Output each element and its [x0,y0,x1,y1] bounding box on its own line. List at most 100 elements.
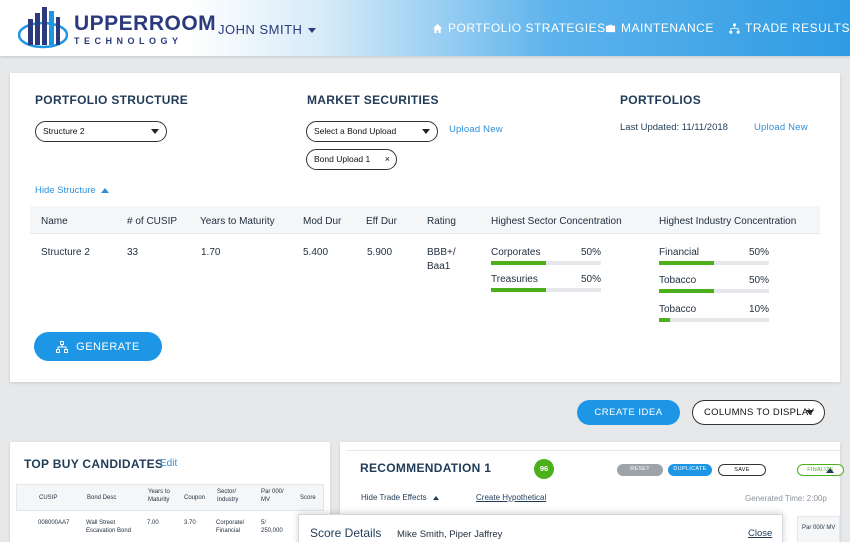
industry-pct: 10% [748,304,769,315]
structure-table-header: Name # of CUSIP Years to Maturity Mod Du… [30,206,820,234]
col-header: Score [300,495,316,501]
nav-label: TRADE RESULTS [745,21,850,35]
row-name: Structure 2 [41,247,90,258]
top-buy-title: TOP BUY CANDIDATES [24,457,164,471]
user-name: JOHN SMITH [218,22,303,37]
generate-button[interactable]: GENERATE [34,332,162,361]
columns-to-display-button[interactable]: COLUMNS TO DISPLAY [692,400,825,425]
chevron-up-icon [100,188,109,193]
top-buy-panel: TOP BUY CANDIDATES Edit CUSIP Bond Desc … [10,442,330,542]
bond-upload-select[interactable]: Select a Bond Upload [306,121,438,142]
finalize-button[interactable]: FINALIZE [797,464,844,476]
row-years-to-maturity: 1.70 [201,247,221,258]
score-details-popup: Score Details Mike Smith, Piper Jaffrey … [298,514,783,542]
market-upload-new-link[interactable]: Upload New [449,124,503,135]
score-badge: 96 [534,459,554,479]
industry-label: Tobacco [659,275,697,286]
divider [346,450,840,451]
hide-structure-toggle[interactable]: Hide Structure [35,185,109,196]
hide-trade-effects-toggle[interactable]: Hide Trade Effects [361,493,439,502]
col-header: CUSIP [39,495,58,501]
score-details-names: Mike Smith, Piper Jaffrey [397,529,503,540]
sector-pct: 50% [580,274,601,285]
generated-time: Generated Time: 2:00p [745,494,827,503]
progress-track [659,318,769,322]
generate-label: GENERATE [76,340,140,353]
logo[interactable]: UPPERROOM TECHNOLOGY [18,5,216,51]
portfolios-upload-new-link[interactable]: Upload New [754,122,808,133]
logo-subtitle: TECHNOLOGY [74,36,183,46]
structure-select-value: Structure 2 [43,126,85,136]
col-header: Par 000/ MV [261,489,284,503]
reset-button[interactable]: RESET [617,464,663,476]
hierarchy-icon [729,22,740,34]
chip-label: Bond Upload 1 [314,154,371,164]
structure-select[interactable]: Structure 2 [35,121,167,142]
cell-coupon: 3.70 [184,520,196,526]
app-header: UPPERROOM TECHNOLOGY JOHN SMITH PORTFOLI… [0,0,850,56]
logo-brand: UPPERROOM [74,12,217,35]
industry-pct: 50% [748,275,769,286]
industry-pct: 50% [748,247,769,258]
col-header: Name [41,216,68,227]
top-buy-table-header: CUSIP Bond Desc Years to Maturity Coupon… [16,484,324,511]
bond-upload-select-value: Select a Bond Upload [314,126,397,136]
progress-track [491,288,601,292]
progress-track [659,289,769,293]
row-rating-2: Baa1 [427,261,451,272]
save-button[interactable]: SAVE [718,464,766,476]
col-header: Par 000/ MV [802,525,836,531]
row-rating-1: BBB+/ [427,247,456,258]
chevron-down-icon [151,129,159,134]
col-header: Sector/ Industry [217,489,239,503]
bond-upload-chip: Bond Upload 1 × [306,149,397,170]
progress-fill [659,318,670,322]
progress-track [659,261,769,265]
recommendation-title: RECOMMENDATION 1 [360,461,492,475]
create-hypothetical-link[interactable]: Create Hypothetical [476,493,546,502]
col-header: Highest Sector Concentration [491,216,622,227]
chevron-down-icon [422,129,430,134]
nav-maintenance[interactable]: MAINTENANCE [605,21,714,35]
hierarchy-icon [56,340,69,353]
close-link[interactable]: Close [748,528,772,539]
col-header: # of CUSIP [127,216,178,227]
progress-fill [491,288,546,292]
sector-label: Corporates [491,247,541,258]
nav-label: MAINTENANCE [621,21,714,35]
col-header: Highest Industry Concentration [659,216,797,227]
cell-par-mv: 5/ 250,000 [261,520,283,534]
recommendation-col-header: Par 000/ MV [797,516,840,542]
top-buy-edit-link[interactable]: Edit [160,458,177,469]
chevron-up-icon[interactable] [826,468,834,473]
cell-bond-desc: Wall Street Escavation Bond [86,520,132,534]
col-header: Coupon [184,495,206,501]
progress-track [491,261,601,265]
progress-fill [491,261,546,265]
nav-label: PORTFOLIO STRATEGIES [448,21,606,35]
nav-portfolio-strategies[interactable]: PORTFOLIO STRATEGIES [432,21,606,35]
col-header: Eff Dur [366,216,397,227]
nav-trade-results[interactable]: TRADE RESULTS [729,21,850,35]
user-menu[interactable]: JOHN SMITH [218,22,317,37]
row-eff-dur: 5.900 [367,247,393,258]
chevron-down-icon [806,410,814,415]
home-icon [432,23,443,33]
close-icon[interactable]: × [385,150,390,169]
structure-panel: PORTFOLIO STRUCTURE Structure 2 MARKET S… [10,73,840,382]
hide-trade-effects-label: Hide Trade Effects [361,493,427,502]
row-mod-dur: 5.400 [303,247,329,258]
progress-fill [659,261,714,265]
col-header: Rating [427,216,456,227]
col-header: Years to Maturity [200,216,275,227]
cell-ytm: 7.00 [147,520,159,526]
duplicate-button[interactable]: DUPLICATE [668,464,712,476]
create-idea-button[interactable]: CREATE IDEA [577,400,680,425]
columns-to-display-label: COLUMNS TO DISPLAY [704,407,815,418]
industry-label: Tobacco [659,304,697,315]
sector-label: Treasuries [491,274,538,285]
cell-sector: Corporate/ Financial [216,520,245,534]
col-header: Mod Dur [303,216,342,227]
portfolios-title: PORTFOLIOS [620,93,701,107]
row-cusip-count: 33 [127,247,139,258]
